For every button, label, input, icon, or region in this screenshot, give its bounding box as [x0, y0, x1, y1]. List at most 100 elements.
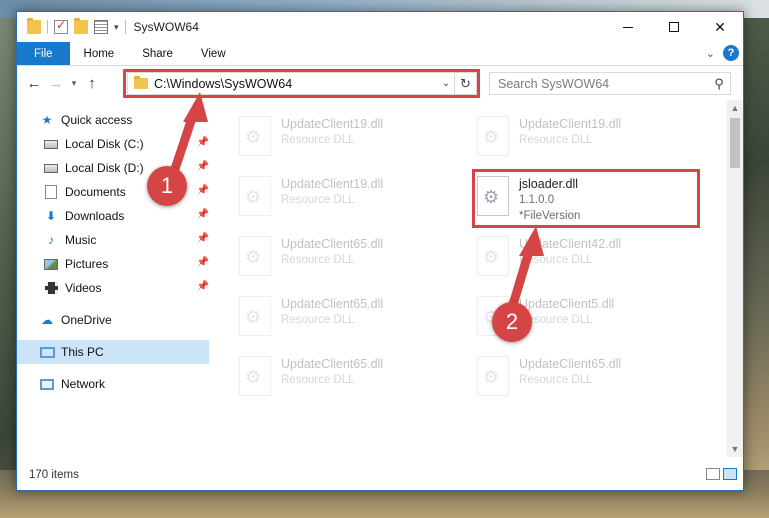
nav-music[interactable]: ♪ Music 📌	[17, 228, 209, 252]
details-view-icon[interactable]	[706, 468, 720, 480]
expand-ribbon-icon[interactable]: ⌄	[706, 47, 715, 60]
file-name: UpdateClient65.dll	[281, 297, 384, 311]
minimize-button[interactable]	[605, 12, 651, 42]
properties-icon[interactable]	[94, 20, 108, 34]
pin-icon[interactable]: 📌	[197, 233, 209, 244]
nav-quick-access[interactable]: ★ Quick access	[17, 108, 209, 132]
cloud-icon: ☁	[41, 313, 53, 327]
nav-label: Network	[61, 377, 106, 391]
nav-onedrive[interactable]: ☁ OneDrive	[17, 308, 209, 332]
dll-file-icon	[477, 176, 509, 216]
tab-share[interactable]: Share	[128, 42, 187, 65]
file-item[interactable]: UpdateClient65.dll Resource DLL	[239, 296, 449, 336]
forward-button[interactable]: →	[45, 72, 67, 94]
address-path[interactable]: C:\Windows\SysWOW64	[154, 77, 438, 91]
pin-icon[interactable]: 📌	[197, 209, 209, 220]
file-type: Resource DLL	[519, 314, 593, 326]
up-button[interactable]: ↑	[81, 72, 103, 94]
nav-network[interactable]: Network	[17, 372, 209, 396]
nav-local-disk-c[interactable]: Local Disk (C:) 📌	[17, 132, 209, 156]
scrollbar-thumb[interactable]	[730, 118, 740, 168]
close-button[interactable]: ✕	[697, 12, 743, 42]
pin-icon[interactable]: 📌	[197, 137, 209, 148]
pin-icon[interactable]: 📌	[197, 161, 209, 172]
nav-this-pc[interactable]: This PC	[17, 340, 209, 364]
dll-file-icon	[239, 356, 271, 396]
vertical-scrollbar[interactable]: ▲ ▼	[727, 100, 743, 457]
scroll-up-icon[interactable]: ▲	[727, 100, 743, 116]
nav-label: Music	[65, 233, 97, 247]
tiles-view-icon[interactable]	[723, 468, 737, 480]
customize-toolbar-dropdown[interactable]: ▾	[114, 22, 119, 33]
toolbar-separator	[47, 20, 48, 34]
search-input[interactable]: Search SysWOW64 ⚲	[489, 72, 731, 95]
file-name: jsloader.dll	[519, 177, 579, 191]
address-bar[interactable]: C:\Windows\SysWOW64 ⌄ ↻	[127, 72, 477, 95]
pin-icon[interactable]: 📌	[197, 281, 209, 292]
file-item[interactable]: UpdateClient65.dll Resource DLL	[477, 356, 687, 396]
new-folder-icon[interactable]	[74, 18, 88, 34]
help-icon[interactable]: ?	[723, 45, 739, 61]
tab-home[interactable]: Home	[70, 42, 129, 65]
title-bar: ▾ SysWOW64 ✕	[17, 12, 743, 42]
maximize-button[interactable]	[651, 12, 697, 42]
pin-icon[interactable]: 📌	[197, 185, 209, 196]
file-item-jsloader[interactable]: jsloader.dll 1.1.0.0 *FileVersion	[477, 176, 687, 224]
properties-check-icon[interactable]	[54, 18, 68, 34]
maximize-icon	[669, 22, 679, 32]
nav-label: Quick access	[61, 113, 133, 127]
back-button[interactable]: ←	[23, 72, 45, 94]
search-placeholder: Search SysWOW64	[498, 76, 610, 91]
close-icon: ✕	[714, 18, 726, 35]
tab-file[interactable]: File	[17, 42, 70, 65]
downloads-icon: ⬇	[45, 209, 57, 223]
quick-access-toolbar: ▾	[17, 18, 126, 34]
nav-pictures[interactable]: Pictures 📌	[17, 252, 209, 276]
disk-icon	[43, 137, 59, 151]
file-type: Resource DLL	[281, 134, 355, 146]
explorer-window: ▾ SysWOW64 ✕ File Home Share View ⌄ ? ← …	[16, 11, 744, 491]
address-dropdown-icon[interactable]: ⌄	[438, 78, 454, 89]
nav-videos[interactable]: Videos 📌	[17, 276, 209, 300]
search-icon[interactable]: ⚲	[708, 76, 730, 92]
dll-file-icon	[477, 236, 509, 276]
folder-icon	[134, 76, 148, 89]
minimize-icon	[623, 26, 633, 28]
computer-icon	[39, 345, 55, 359]
dll-file-icon	[477, 356, 509, 396]
scroll-down-icon[interactable]: ▼	[727, 441, 743, 457]
file-name: UpdateClient65.dll	[281, 237, 384, 251]
file-item[interactable]: UpdateClient19.dll Resource DLL	[239, 116, 449, 156]
file-name: UpdateClient19.dll	[519, 117, 622, 131]
ribbon-tabs: File Home Share View ⌄ ?	[17, 42, 743, 66]
folder-icon[interactable]	[27, 18, 41, 34]
step-1-badge: 1	[147, 166, 187, 206]
file-name: UpdateClient42.dll	[519, 237, 622, 251]
file-type: Resource DLL	[519, 134, 593, 146]
navigation-pane: ★ Quick access Local Disk (C:) 📌 Local D…	[17, 100, 209, 457]
file-name: UpdateClient19.dll	[281, 177, 384, 191]
ribbon-right: ⌄ ?	[706, 45, 739, 61]
pin-icon[interactable]: 📌	[197, 257, 209, 268]
tab-view[interactable]: View	[187, 42, 240, 65]
nav-downloads[interactable]: ⬇ Downloads 📌	[17, 204, 209, 228]
file-type: Resource DLL	[281, 194, 355, 206]
file-item[interactable]: UpdateClient65.dll Resource DLL	[239, 356, 449, 396]
view-switcher	[706, 468, 737, 480]
disk-icon	[43, 161, 59, 175]
file-item[interactable]: UpdateClient65.dll Resource DLL	[239, 236, 449, 276]
file-item[interactable]: UpdateClient19.dll Resource DLL	[477, 116, 687, 156]
file-item[interactable]: UpdateClient42.dll Resource DLL	[477, 236, 687, 276]
file-item[interactable]: UpdateClient19.dll Resource DLL	[239, 176, 449, 216]
file-text: UpdateClient42.dll Resource DLL	[519, 236, 621, 268]
file-text: UpdateClient65.dll Resource DLL	[281, 236, 383, 268]
star-icon: ★	[41, 113, 53, 127]
nav-label: Downloads	[65, 209, 125, 223]
refresh-icon[interactable]: ↻	[454, 73, 476, 94]
file-text: jsloader.dll 1.1.0.0 *FileVersion	[519, 176, 580, 224]
file-name: UpdateClient19.dll	[281, 117, 384, 131]
recent-locations-dropdown[interactable]: ▾	[67, 72, 81, 94]
dll-file-icon	[239, 116, 271, 156]
dll-file-icon	[239, 296, 271, 336]
